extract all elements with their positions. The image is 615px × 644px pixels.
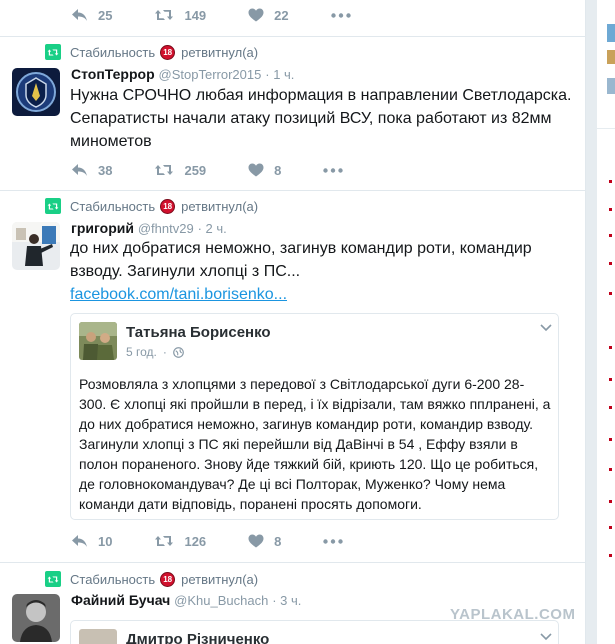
- author-handle[interactable]: @StopTerror2015: [159, 67, 262, 82]
- more-dots-icon: [323, 167, 344, 173]
- retweet-count: 149: [184, 7, 207, 23]
- retweeter-name[interactable]: Стабильность: [70, 199, 155, 214]
- heart-icon: [248, 163, 264, 177]
- retweet-context-icon: [45, 571, 61, 587]
- tweet-text-body: до них добратися неможно, загинув команд…: [70, 240, 532, 280]
- quoted-post-card[interactable]: Дмитро Різниченко: [70, 620, 559, 644]
- tweet-header: Файний Бучач @Khu_Buchach · 3 ч.: [71, 592, 302, 608]
- retweet-icon: [155, 165, 174, 175]
- retweet-button[interactable]: 149: [154, 8, 206, 23]
- reply-count: 38: [98, 162, 113, 178]
- retweet-count: 126: [184, 533, 207, 549]
- author-name[interactable]: Файний Бучач: [71, 592, 170, 608]
- reply-button[interactable]: 10: [71, 534, 112, 549]
- tweet-link[interactable]: facebook.com/tani.borisenko...: [70, 286, 287, 303]
- author-handle[interactable]: @fhntv29: [138, 221, 194, 236]
- tweet-header: григорий @fhntv29 · 2 ч.: [71, 220, 227, 236]
- reply-icon: [72, 164, 87, 176]
- card-avatar[interactable]: [79, 629, 117, 644]
- like-button[interactable]: 8: [248, 534, 281, 549]
- reply-button[interactable]: 25: [71, 8, 112, 23]
- heart-icon: [248, 8, 264, 22]
- reply-count: 10: [98, 533, 113, 549]
- author-name[interactable]: СтопТеррор: [71, 66, 155, 82]
- age-18-badge-icon: 18: [160, 198, 176, 214]
- retweet-context: Стабильность 18 ретвитнул(а): [45, 44, 258, 60]
- age-18-badge-icon: 18: [160, 571, 176, 587]
- retweet-button[interactable]: 126: [154, 534, 206, 549]
- retweet-context-icon: [45, 44, 61, 60]
- card-time: 5 год.: [126, 345, 157, 359]
- avatar[interactable]: [12, 222, 60, 270]
- tweet-time[interactable]: 1 ч.: [273, 67, 294, 82]
- more-dots-icon: [323, 538, 344, 544]
- like-button[interactable]: 22: [248, 7, 289, 23]
- reply-button[interactable]: 38: [71, 163, 112, 178]
- age-18-badge-icon: 18: [160, 44, 176, 60]
- retweet-action-label: ретвитнул(а): [181, 44, 259, 60]
- quoted-post-card[interactable]: Татьяна Борисенко 5 год. · Розмовляла з …: [70, 313, 559, 520]
- more-button[interactable]: [323, 167, 353, 173]
- tweet-actions: 25 149 22: [71, 5, 403, 25]
- tweet-text: до них добратися неможно, загинув команд…: [70, 237, 575, 306]
- tweet[interactable]: Стабильность 18 ретвитнул(а) СтопТеррор …: [0, 36, 585, 191]
- card-author-name[interactable]: Дмитро Різниченко: [126, 631, 269, 644]
- retweet-button[interactable]: 259: [154, 163, 206, 178]
- retweeter-name[interactable]: Стабильность: [70, 572, 155, 587]
- card-text: Розмовляла з хлопцями з передової з Світ…: [79, 376, 551, 512]
- retweet-context: Стабильность 18 ретвитнул(а): [45, 198, 258, 214]
- tweet-time[interactable]: 3 ч.: [280, 593, 301, 608]
- author-handle[interactable]: @Khu_Buchach: [174, 593, 268, 608]
- card-avatar[interactable]: [79, 322, 117, 360]
- more-dots-icon: [330, 12, 351, 18]
- retweet-icon: [155, 10, 174, 20]
- avatar[interactable]: [12, 594, 60, 642]
- reply-icon: [72, 535, 87, 547]
- more-button[interactable]: [323, 538, 353, 544]
- tweet-time[interactable]: 2 ч.: [206, 221, 227, 236]
- like-count: 8: [274, 162, 282, 178]
- chevron-down-icon[interactable]: [540, 633, 552, 641]
- retweet-action-label: ретвитнул(а): [181, 571, 259, 587]
- retweet-icon: [155, 536, 174, 546]
- retweet-context-icon: [45, 198, 61, 214]
- retweet-count: 259: [184, 162, 207, 178]
- reply-icon: [72, 9, 87, 21]
- tweet-actions: 10 126 8: [71, 531, 395, 551]
- chevron-down-icon[interactable]: [540, 324, 552, 332]
- avatar[interactable]: [12, 68, 60, 116]
- tweet-partial: 25 149 22: [0, 0, 585, 37]
- like-count: 22: [274, 7, 289, 23]
- like-count: 8: [274, 533, 282, 549]
- reply-count: 25: [98, 7, 113, 23]
- heart-icon: [248, 534, 264, 548]
- retweet-action-label: ретвитнул(а): [181, 198, 259, 214]
- globe-icon: [173, 346, 184, 358]
- timeline: 25 149 22 Стабильность 18 ретвитнул(а) С…: [0, 0, 586, 644]
- watermark: YAPLAKAL.COM: [450, 606, 576, 623]
- right-sidebar-edge: [597, 0, 615, 644]
- retweeter-name[interactable]: Стабильность: [70, 45, 155, 60]
- card-author-name[interactable]: Татьяна Борисенко: [126, 324, 271, 341]
- retweet-context: Стабильность 18 ретвитнул(а): [45, 571, 258, 587]
- like-button[interactable]: 8: [248, 163, 281, 178]
- tweet-header: СтопТеррор @StopTerror2015 · 1 ч.: [71, 66, 295, 82]
- tweet-text: Нужна СРОЧНО любая информация в направле…: [70, 87, 572, 150]
- tweet-actions: 38 259 8: [71, 160, 395, 180]
- card-meta: 5 год. ·: [126, 345, 184, 359]
- tweet[interactable]: Стабильность 18 ретвитнул(а) Файний Буча…: [0, 562, 585, 644]
- more-button[interactable]: [330, 12, 361, 18]
- author-name[interactable]: григорий: [71, 220, 134, 236]
